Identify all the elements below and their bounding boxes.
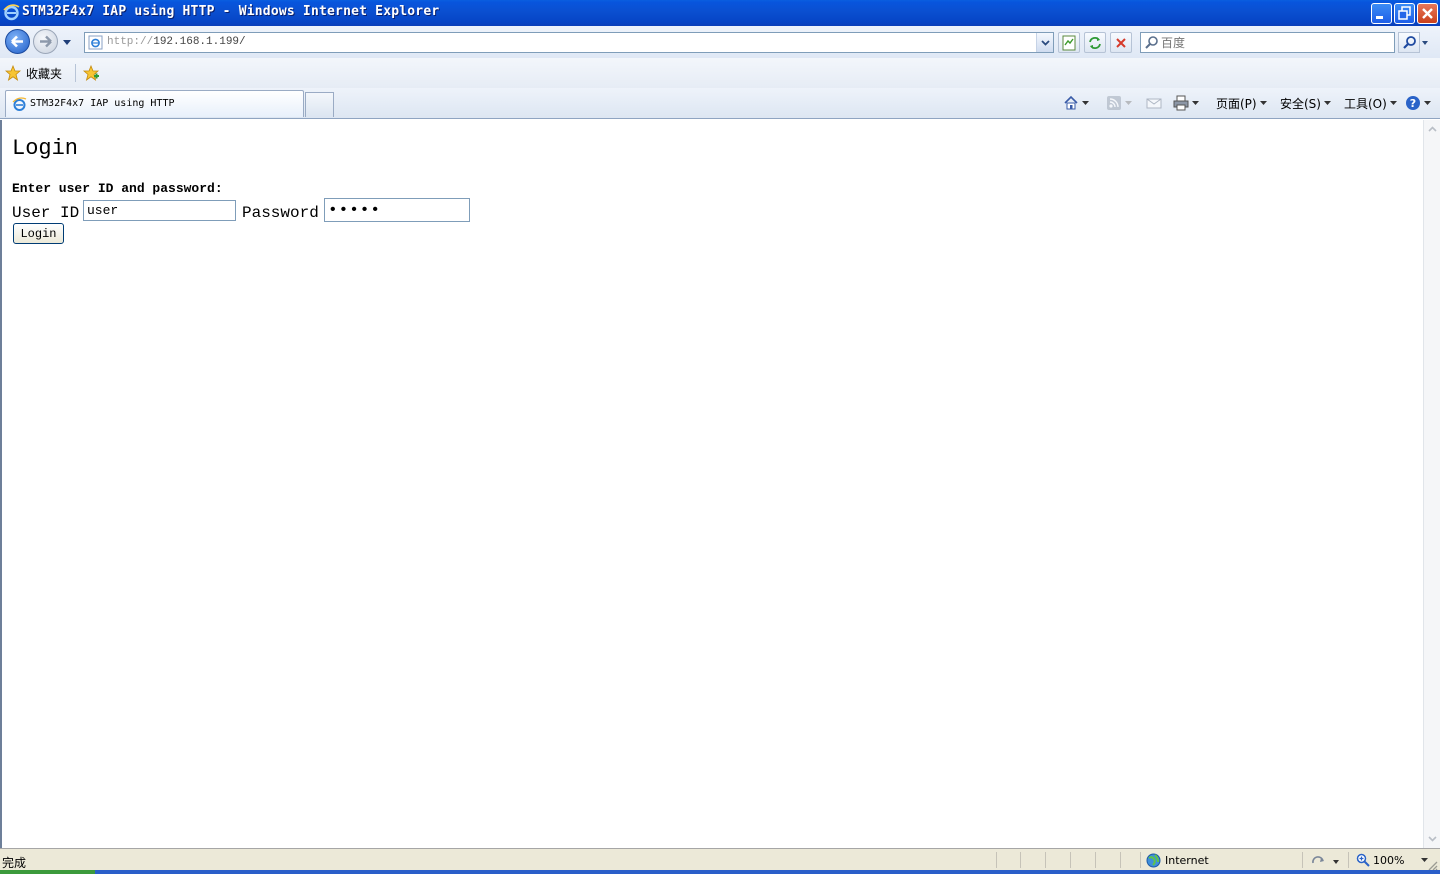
tab-label: STM32F4x7 IAP using HTTP xyxy=(30,98,175,109)
tab-stm32-iap[interactable]: STM32F4x7 IAP using HTTP xyxy=(5,90,304,117)
chevron-down-icon xyxy=(1389,100,1397,105)
close-window-button[interactable] xyxy=(1417,3,1438,24)
scroll-up-icon[interactable] xyxy=(1425,122,1440,137)
refresh-button[interactable] xyxy=(1084,32,1106,53)
chevron-down-icon xyxy=(1424,100,1431,105)
search-icon xyxy=(1145,36,1158,49)
chevron-down-icon xyxy=(1323,100,1331,105)
stop-button[interactable] xyxy=(1110,32,1132,53)
chevron-down-icon xyxy=(1125,100,1132,105)
status-text: 完成 xyxy=(2,856,27,870)
tools-menu[interactable]: 工具(O) xyxy=(1344,93,1397,113)
status-divider xyxy=(1020,852,1021,868)
stop-x-icon xyxy=(1116,38,1126,48)
protected-mode-icon[interactable] xyxy=(1310,853,1340,869)
search-box[interactable] xyxy=(1140,32,1395,53)
mail-icon xyxy=(1146,98,1162,109)
page-content: Login Enter user ID and password: User I… xyxy=(0,120,1423,848)
home-icon xyxy=(1064,95,1078,110)
help-icon: ? xyxy=(1406,96,1420,110)
add-to-favorites-bar-icon[interactable] xyxy=(82,64,100,82)
refresh-icon xyxy=(1089,37,1101,49)
help-button[interactable]: ? xyxy=(1405,93,1431,113)
status-divider xyxy=(1045,852,1046,868)
new-tab-button[interactable] xyxy=(305,92,334,117)
forward-button[interactable] xyxy=(33,29,58,54)
favorites-separator xyxy=(75,64,76,82)
taskbar-edge xyxy=(0,870,1440,874)
printer-icon xyxy=(1173,95,1189,111)
svg-text:?: ? xyxy=(1410,97,1416,110)
back-arrow-icon xyxy=(11,35,23,48)
restore-icon xyxy=(1398,6,1411,20)
login-button[interactable]: Login xyxy=(13,223,64,244)
minimize-icon xyxy=(1376,16,1383,19)
favorites-button[interactable]: 收藏夹 xyxy=(5,64,62,82)
user-id-input[interactable] xyxy=(83,200,236,221)
address-url: http://192.168.1.199/ xyxy=(107,36,246,48)
restore-button[interactable] xyxy=(1394,3,1415,24)
scroll-down-icon[interactable] xyxy=(1425,831,1440,846)
chevron-down-icon xyxy=(1082,100,1089,105)
status-divider xyxy=(1070,852,1071,868)
search-input[interactable] xyxy=(1161,35,1391,50)
user-id-label: User ID xyxy=(12,204,80,222)
chevron-down-icon xyxy=(1192,100,1199,105)
status-divider xyxy=(1302,852,1303,868)
search-go-button[interactable] xyxy=(1398,32,1420,53)
page-menu[interactable]: 页面(P) xyxy=(1216,93,1267,113)
compatibility-page-icon xyxy=(1062,35,1076,51)
recent-pages-dropdown-icon[interactable] xyxy=(61,36,73,48)
status-divider xyxy=(1120,852,1121,868)
status-divider xyxy=(1095,852,1096,868)
status-divider xyxy=(1348,852,1349,868)
zoom-level-button[interactable]: 100% xyxy=(1356,853,1429,867)
chevron-down-icon xyxy=(1041,40,1050,46)
minimize-button[interactable] xyxy=(1371,3,1392,24)
compatibility-view-button[interactable] xyxy=(1058,32,1080,53)
tab-bar: STM32F4x7 IAP using HTTP 页面(P) 安全(S) 工具(… xyxy=(0,88,1440,119)
password-label: Password xyxy=(242,204,319,222)
status-divider xyxy=(1140,852,1141,868)
zoom-level-label: 100% xyxy=(1373,853,1405,867)
tools-menu-label: 工具(O) xyxy=(1344,96,1387,111)
window-title: STM32F4x7 IAP using HTTP - Windows Inter… xyxy=(22,4,440,19)
navigation-bar: http://192.168.1.199/ xyxy=(0,26,1440,58)
ie-logo-icon xyxy=(3,4,20,21)
print-button[interactable] xyxy=(1173,93,1199,113)
ie-page-icon xyxy=(12,97,27,111)
globe-icon xyxy=(1146,853,1161,868)
address-dropdown-button[interactable] xyxy=(1036,33,1053,52)
magnifier-icon xyxy=(1403,36,1416,49)
page-menu-label: 页面(P) xyxy=(1216,96,1257,111)
status-divider xyxy=(996,852,997,868)
close-icon xyxy=(1422,8,1433,19)
login-instructions: Enter user ID and password: xyxy=(12,181,223,196)
safety-menu-label: 安全(S) xyxy=(1280,96,1321,111)
zoom-magnifier-icon xyxy=(1356,853,1370,867)
forward-arrow-icon xyxy=(40,35,52,48)
ie-page-icon xyxy=(88,35,103,50)
star-icon xyxy=(5,65,21,81)
favorites-bar: 收藏夹 xyxy=(0,58,1440,88)
safety-menu[interactable]: 安全(S) xyxy=(1280,93,1331,113)
feeds-button[interactable] xyxy=(1106,93,1132,113)
back-button[interactable] xyxy=(5,29,30,54)
zone-label: Internet xyxy=(1165,854,1209,867)
security-zone[interactable]: Internet xyxy=(1146,853,1209,868)
title-bar: STM32F4x7 IAP using HTTP - Windows Inter… xyxy=(0,0,1440,26)
rss-feed-icon xyxy=(1107,96,1121,110)
password-input[interactable] xyxy=(324,198,470,222)
search-options-chevron-icon[interactable] xyxy=(1421,40,1429,46)
favorites-label: 收藏夹 xyxy=(26,66,63,81)
read-mail-button[interactable] xyxy=(1146,93,1162,113)
chevron-down-icon xyxy=(1259,100,1267,105)
page-title: Login xyxy=(12,136,79,161)
address-bar[interactable]: http://192.168.1.199/ xyxy=(84,32,1054,53)
home-button[interactable] xyxy=(1063,93,1089,113)
vertical-scrollbar[interactable] xyxy=(1423,120,1440,848)
